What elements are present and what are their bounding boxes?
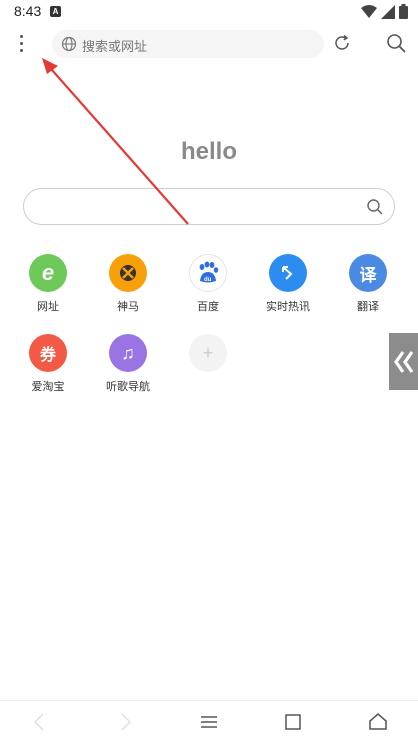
shenma-horse-icon	[109, 254, 147, 292]
search-icon[interactable]	[385, 32, 407, 54]
baidu-paw-icon: du	[189, 254, 227, 292]
shortcut-wangzhi[interactable]: e 网址	[13, 254, 83, 314]
signal-icon	[381, 4, 395, 19]
status-time: 8:43	[14, 3, 42, 19]
translate-icon: 译	[349, 254, 387, 292]
baidu-du-text: du	[204, 277, 212, 283]
globe-icon	[61, 36, 77, 52]
double-chevron-left-icon	[393, 350, 413, 373]
side-handle[interactable]	[389, 333, 418, 390]
add-shortcut-icon: +	[189, 334, 227, 372]
hello-title: hello	[180, 138, 237, 165]
wifi-icon	[361, 4, 377, 18]
battery-icon	[399, 4, 408, 19]
status-bar: 8:43 A	[0, 0, 418, 24]
main-search-input[interactable]	[23, 188, 395, 225]
shortcut-label: 实时热讯	[266, 301, 310, 313]
shortcut-baidu[interactable]: du 百度	[173, 254, 243, 314]
notification-icon: A	[50, 6, 61, 17]
menu-lines-icon[interactable]	[198, 711, 220, 733]
shortcut-shenma[interactable]: 神马	[93, 254, 163, 314]
status-icons	[361, 4, 408, 19]
shortcut-label: 翻译	[357, 301, 379, 313]
shortcut-realtime-news[interactable]: 实时热讯	[253, 254, 323, 314]
shortcut-label: 听歌导航	[106, 381, 150, 393]
search-icon[interactable]	[366, 198, 384, 216]
shortcut-label: 网址	[37, 301, 59, 313]
home-icon[interactable]	[367, 711, 389, 733]
music-note-icon: ♫	[109, 334, 147, 372]
coupon-icon: 券	[29, 334, 67, 372]
shortcut-translate[interactable]: 译 翻译	[333, 254, 403, 314]
shortcut-label: 爱淘宝	[31, 381, 65, 393]
shortcut-aitaobao[interactable]: 券 爱淘宝	[13, 334, 83, 394]
browser-e-icon: e	[29, 254, 67, 292]
refresh-icon[interactable]	[331, 32, 353, 54]
shortcut-music-nav[interactable]: ♫ 听歌导航	[93, 334, 163, 394]
trending-arrow-icon	[269, 254, 307, 292]
url-bar[interactable]: 搜索或网址	[52, 30, 324, 58]
tabs-square-icon[interactable]	[282, 711, 304, 733]
shortcut-add[interactable]: +	[173, 334, 243, 372]
shortcut-label: 神马	[117, 301, 139, 313]
bottom-nav	[0, 700, 418, 743]
shortcut-label: 百度	[197, 301, 219, 313]
back-icon[interactable]	[29, 711, 51, 733]
more-vertical-icon[interactable]	[12, 30, 30, 56]
url-placeholder: 搜索或网址	[82, 39, 148, 54]
forward-icon[interactable]	[114, 711, 136, 733]
browser-toolbar: 搜索或网址	[0, 28, 418, 60]
